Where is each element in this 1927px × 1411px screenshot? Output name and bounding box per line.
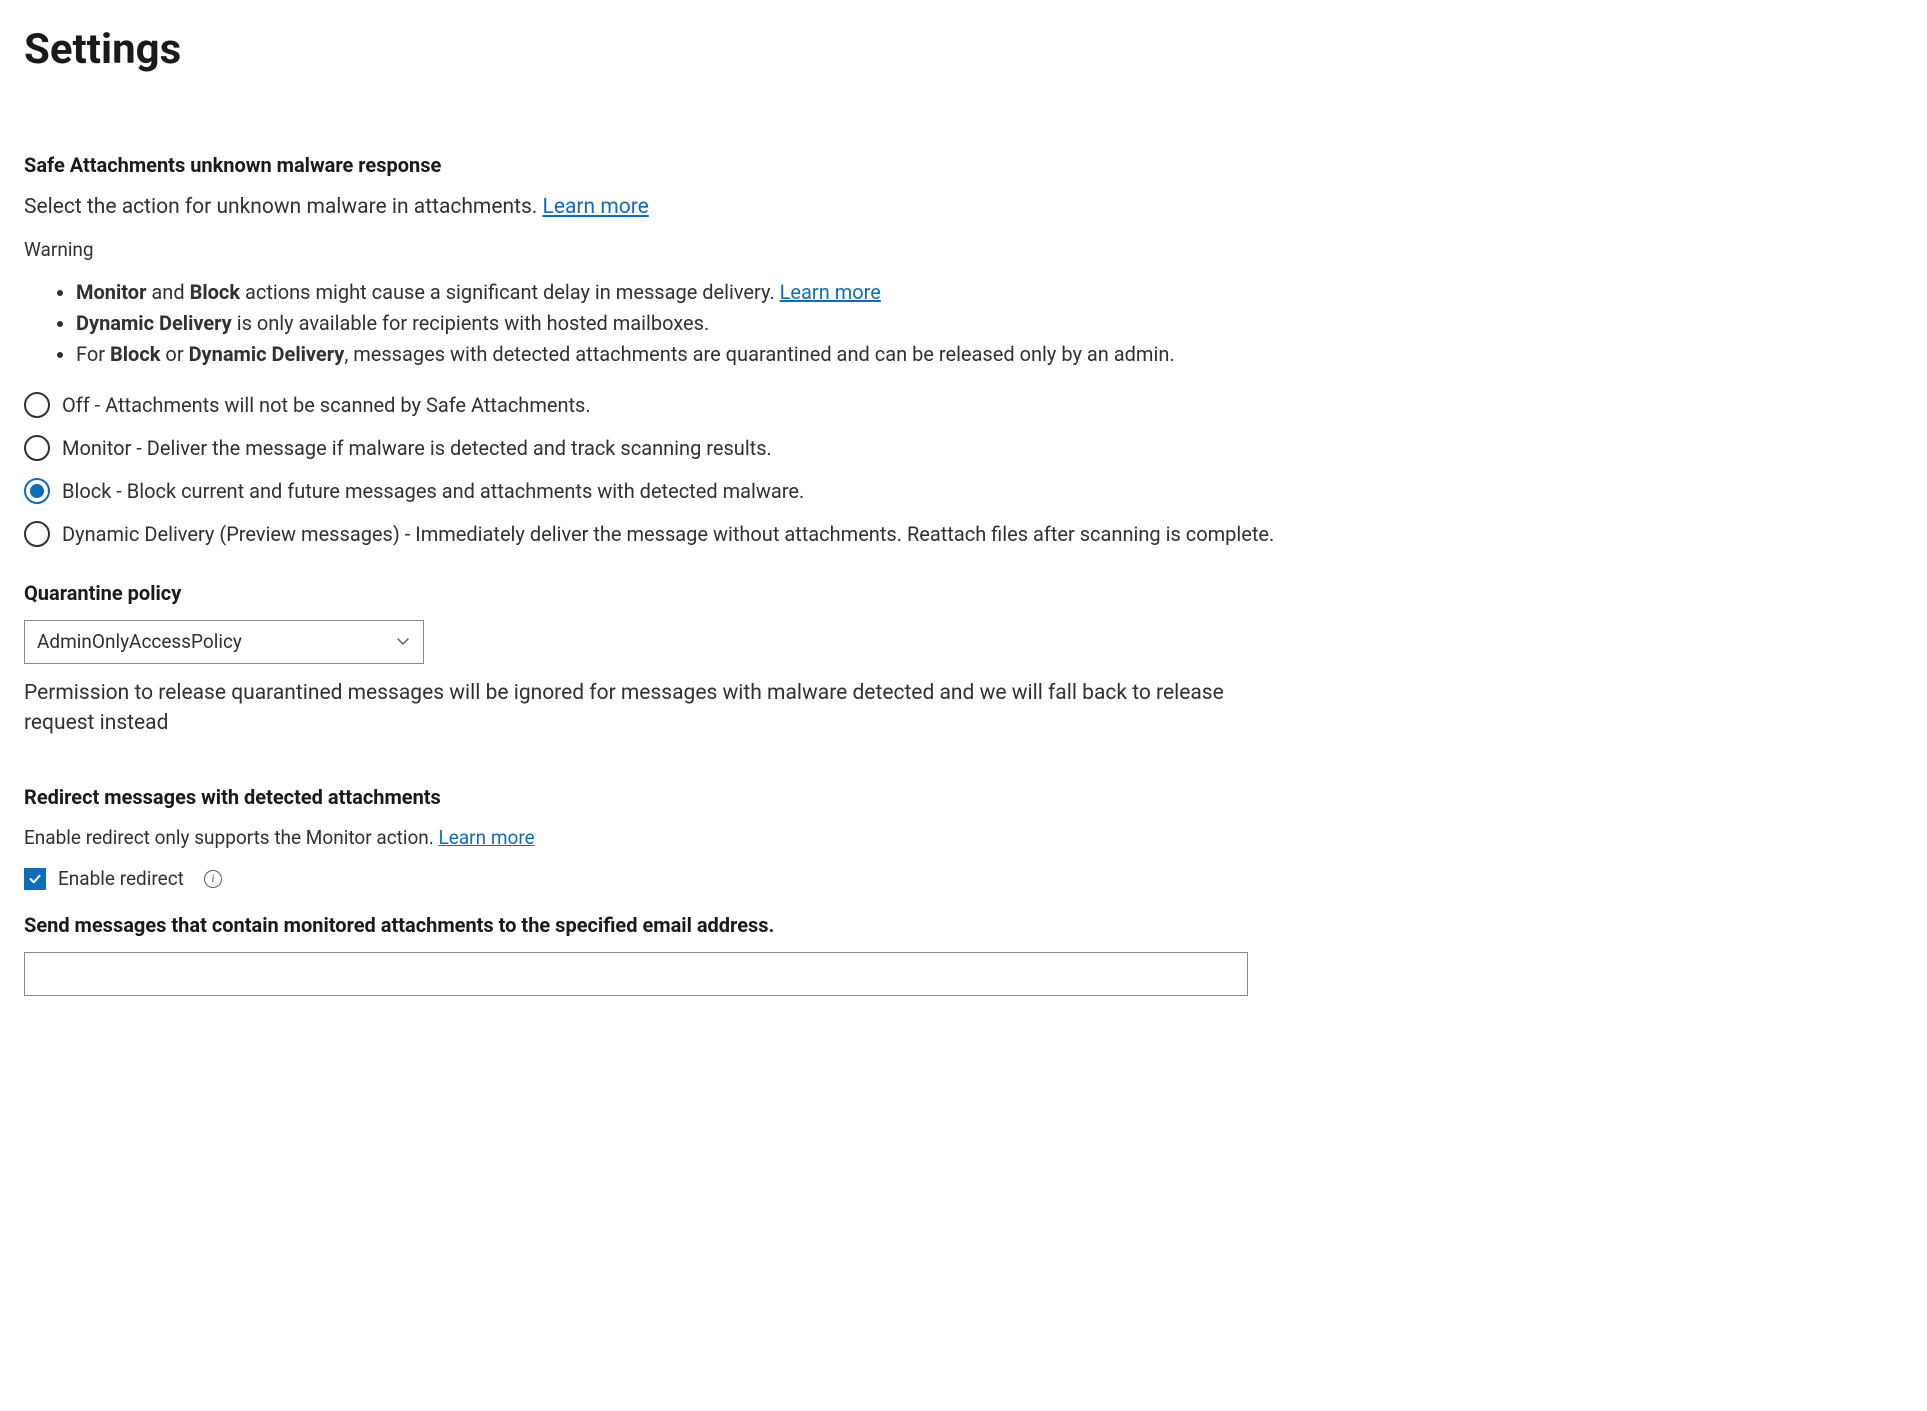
warning-and-word: and [146,280,189,304]
warning-item-1: Monitor and Block actions might cause a … [76,278,1903,307]
enable-redirect-checkbox[interactable] [24,868,46,890]
warning-block-word: Block [190,280,240,304]
quarantine-select-value: AdminOnlyAccessPolicy [24,620,424,664]
redirect-email-input[interactable] [24,952,1248,996]
response-radio-group: Off - Attachments will not be scanned by… [24,391,1903,549]
radio-option-monitor[interactable]: Monitor - Deliver the message if malware… [24,434,1903,463]
redirect-heading: Redirect messages with detected attachme… [24,783,1903,812]
checkmark-icon [28,872,42,886]
redirect-description: Enable redirect only supports the Monito… [24,824,1903,852]
quarantine-heading: Quarantine policy [24,579,1903,608]
radio-icon [24,392,50,418]
page-title: Settings [24,20,1903,81]
response-description-text: Select the action for unknown malware in… [24,195,543,219]
radio-option-dynamic[interactable]: Dynamic Delivery (Preview messages) - Im… [24,520,1903,549]
radio-option-off[interactable]: Off - Attachments will not be scanned by… [24,391,1903,420]
warning-item3-or: or [160,342,188,366]
response-learn-more-link[interactable]: Learn more [543,195,649,219]
quarantine-helper: Permission to release quarantined messag… [24,678,1234,739]
quarantine-select[interactable]: AdminOnlyAccessPolicy [24,620,424,664]
radio-label-off: Off - Attachments will not be scanned by… [62,391,591,420]
enable-redirect-row: Enable redirect i [24,865,1903,893]
enable-redirect-label: Enable redirect [58,865,184,893]
warning-item1-tail: actions might cause a significant delay … [240,280,780,304]
warning-list: Monitor and Block actions might cause a … [24,278,1903,369]
warning-item-2: Dynamic Delivery is only available for r… [76,309,1903,338]
warning-dynamic-word: Dynamic Delivery [76,311,232,335]
radio-option-block[interactable]: Block - Block current and future message… [24,477,1903,506]
radio-label-block: Block - Block current and future message… [62,477,804,506]
warning-item-3: For Block or Dynamic Delivery, messages … [76,340,1903,369]
warning-item3-dynamic: Dynamic Delivery [189,342,345,366]
info-icon[interactable]: i [204,870,222,888]
warning-item2-tail: is only available for recipients with ho… [232,311,710,335]
redirect-description-text: Enable redirect only supports the Monito… [24,826,439,849]
warning-item1-link[interactable]: Learn more [780,280,881,304]
redirect-learn-more-link[interactable]: Learn more [439,826,535,849]
response-heading: Safe Attachments unknown malware respons… [24,151,1903,180]
radio-label-monitor: Monitor - Deliver the message if malware… [62,434,772,463]
warning-monitor-word: Monitor [76,280,146,304]
radio-icon [24,521,50,547]
send-messages-heading: Send messages that contain monitored att… [24,911,1903,940]
radio-icon [24,478,50,504]
warning-item3-tail: , messages with detected attachments are… [344,342,1174,366]
warning-label: Warning [24,236,1903,264]
warning-item3-prefix: For [76,342,110,366]
radio-icon [24,435,50,461]
radio-label-dynamic: Dynamic Delivery (Preview messages) - Im… [62,520,1274,549]
warning-item3-block: Block [110,342,160,366]
response-description: Select the action for unknown malware in… [24,192,1903,222]
